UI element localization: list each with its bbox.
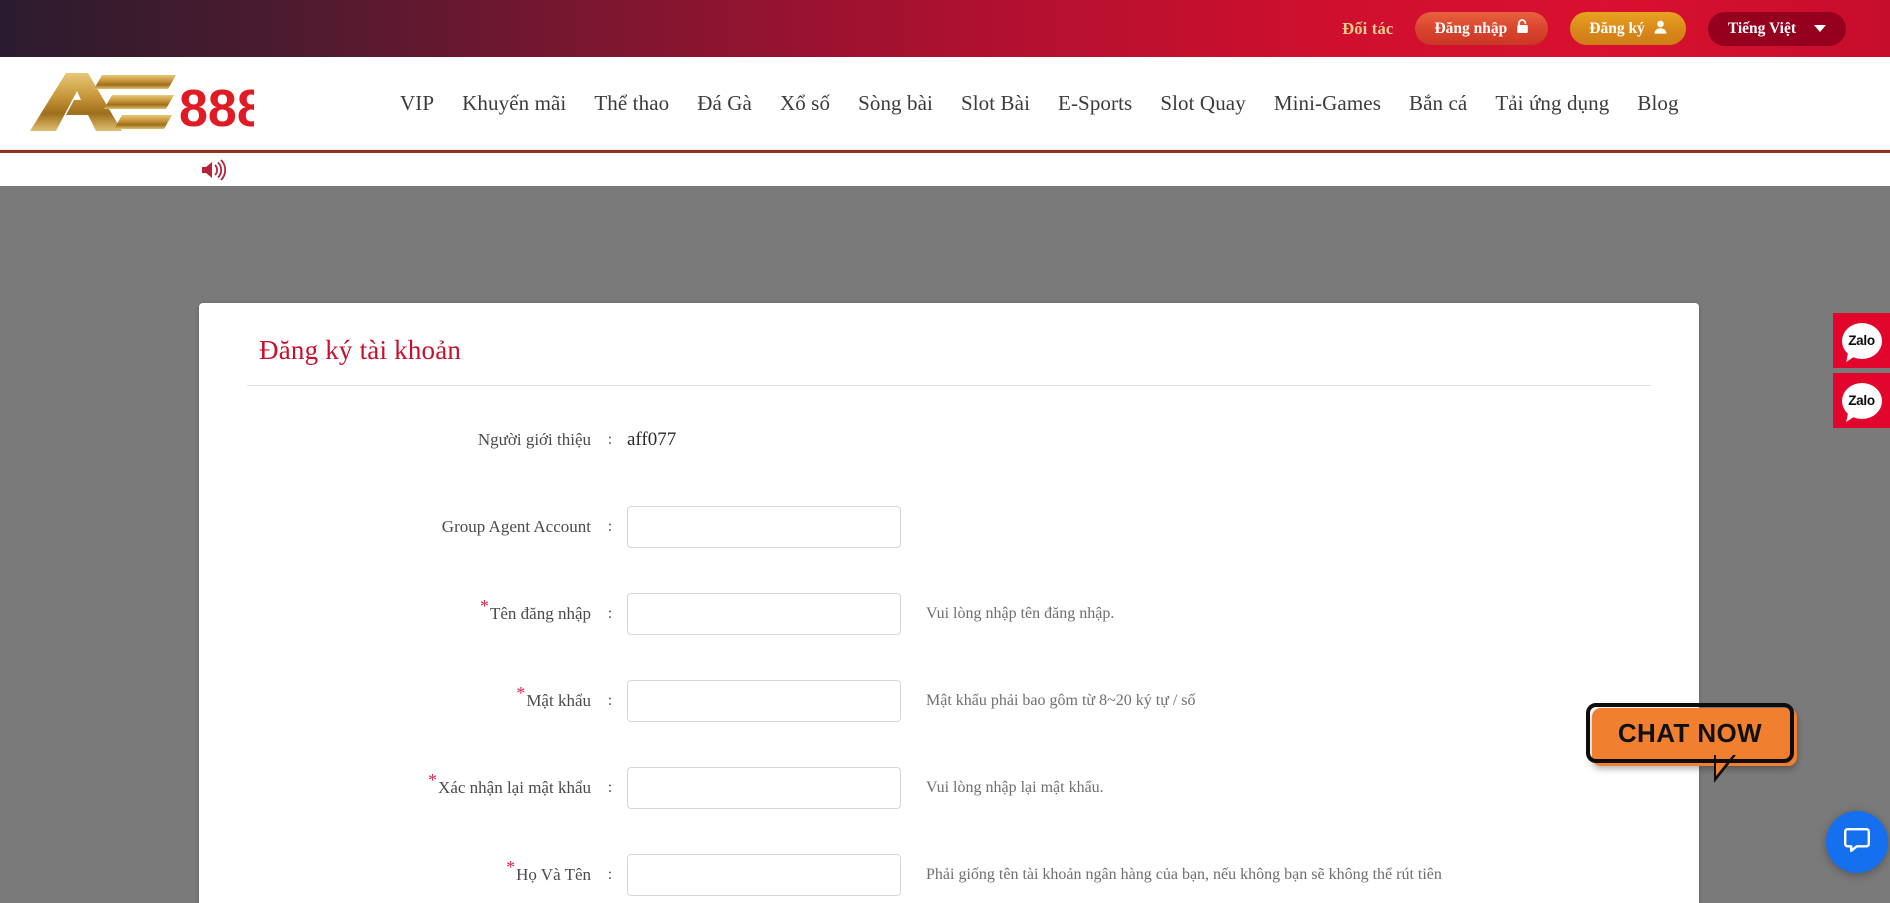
zalo-label-1: Zalo <box>1848 333 1875 348</box>
nav-item-slot-quay[interactable]: Slot Quay <box>1146 91 1260 116</box>
full-name-input[interactable] <box>627 853 901 896</box>
nav-item-khuyen-mai[interactable]: Khuyến mãi <box>448 91 580 116</box>
required-mark-password: * <box>516 683 526 703</box>
value-referrer: aff077 <box>627 428 677 450</box>
nav-item-song-bai[interactable]: Sòng bài <box>844 91 947 116</box>
nav-links: VIP Khuyến mãi Thể thao Đá Gà Xổ số Sòng… <box>254 91 1890 116</box>
zalo-button-1[interactable]: Zalo <box>1833 313 1890 368</box>
nav-item-mini-games[interactable]: Mini-Games <box>1260 91 1395 116</box>
required-mark-confirm-password: * <box>428 770 438 790</box>
label-full-name: *Họ Và Tên <box>199 857 593 885</box>
register-card: Đăng ký tài khoản Người giới thiệu : aff… <box>199 303 1699 903</box>
zalo-icon: Zalo <box>1841 322 1882 359</box>
chat-now-callout[interactable]: CHAT NOW <box>1586 703 1804 783</box>
site-logo[interactable]: 888 <box>26 70 254 137</box>
page-body: Đăng ký tài khoản Người giới thiệu : aff… <box>0 186 1890 903</box>
announcement-bar <box>0 150 1890 186</box>
required-mark-username: * <box>479 596 489 616</box>
colon-referrer: : <box>607 430 613 448</box>
label-referrer: Người giới thiệu <box>477 429 591 449</box>
hint-full-name: Phải giống tên tài khoản ngân hàng của b… <box>926 865 1442 883</box>
top-utility-actions: Đối tác Đăng nhập Đăng ký Tiếng Việt <box>1342 11 1846 46</box>
hint-confirm-password: Vui lòng nhập lại mật khẩu. <box>926 778 1104 796</box>
lock-icon <box>1516 19 1529 38</box>
zalo-contact-stack: Zalo Zalo <box>1833 313 1890 428</box>
username-input[interactable] <box>627 592 901 635</box>
label-confirm-password-text: Xác nhận lại mật khẩu <box>438 778 591 797</box>
form-row-confirm-password: *Xác nhận lại mật khẩu : Vui lòng nhập l… <box>199 744 1699 831</box>
language-selector[interactable]: Tiếng Việt <box>1707 11 1846 46</box>
main-navigation-bar: 888 VIP Khuyến mãi Thể thao Đá Gà Xổ số … <box>0 57 1890 150</box>
partner-link[interactable]: Đối tác <box>1342 19 1393 39</box>
chat-now-label: CHAT NOW <box>1617 717 1763 748</box>
language-selector-label: Tiếng Việt <box>1727 19 1796 37</box>
hint-password: Mật khẩu phải bao gôm từ 8~20 ký tự / số <box>926 691 1196 709</box>
form-row-full-name: *Họ Và Tên : Phải giống tên tài khoản ng… <box>199 831 1699 903</box>
top-utility-bar: Đối tác Đăng nhập Đăng ký Tiếng Việt <box>0 0 1890 57</box>
nav-item-blog[interactable]: Blog <box>1623 91 1692 116</box>
live-chat-button[interactable] <box>1826 811 1888 873</box>
form-row-username: *Tên đăng nhập : Vui lòng nhập tên đăng … <box>199 570 1699 657</box>
zalo-button-2[interactable]: Zalo <box>1833 373 1890 428</box>
password-input[interactable] <box>627 679 901 722</box>
nav-item-vip[interactable]: VIP <box>386 91 448 116</box>
zalo-icon: Zalo <box>1841 382 1882 419</box>
nav-item-e-sports[interactable]: E-Sports <box>1044 91 1146 116</box>
form-row-group-agent-account: Group Agent Account : <box>199 483 1699 570</box>
group-agent-account-input[interactable] <box>627 505 901 548</box>
nav-item-slot-bai[interactable]: Slot Bài <box>947 91 1044 116</box>
login-button[interactable]: Đăng nhập <box>1415 12 1549 45</box>
colon-username: : <box>607 604 613 622</box>
chevron-down-icon <box>1814 25 1826 32</box>
label-group-agent-account: Group Agent Account <box>441 516 591 536</box>
register-button-label: Đăng ký <box>1589 19 1645 37</box>
colon-group-agent-account: : <box>607 517 613 535</box>
page-title: Đăng ký tài khoản <box>259 335 462 365</box>
nav-item-ban-ca[interactable]: Bắn cá <box>1395 91 1481 116</box>
register-button[interactable]: Đăng ký <box>1570 12 1686 45</box>
form-row-referrer: Người giới thiệu : aff077 <box>199 396 1699 483</box>
nav-item-the-thao[interactable]: Thể thao <box>580 91 683 116</box>
label-username: *Tên đăng nhập <box>199 596 593 624</box>
label-full-name-text: Họ Và Tên <box>516 865 591 884</box>
label-password-text: Mật khẩu <box>526 691 591 710</box>
nav-item-da-ga[interactable]: Đá Gà <box>683 91 766 116</box>
hint-username: Vui lòng nhập tên đăng nhập. <box>926 604 1115 622</box>
colon-password: : <box>607 691 613 709</box>
register-form: Người giới thiệu : aff077 Group Agent Ac… <box>199 386 1699 903</box>
login-button-label: Đăng nhập <box>1434 19 1508 37</box>
chat-bubble-icon <box>1842 825 1872 860</box>
form-row-password: *Mật khẩu : Mật khẩu phải bao gôm từ 8~2… <box>199 657 1699 744</box>
user-icon <box>1654 20 1667 38</box>
zalo-label-2: Zalo <box>1848 393 1875 408</box>
svg-text:888: 888 <box>179 80 254 137</box>
confirm-password-input[interactable] <box>627 766 901 809</box>
colon-confirm-password: : <box>607 778 613 796</box>
speaker-icon[interactable] <box>200 158 228 181</box>
label-password: *Mật khẩu <box>199 683 593 711</box>
page-root: Đối tác Đăng nhập Đăng ký Tiếng Việt 888… <box>0 0 1890 903</box>
nav-item-xo-so[interactable]: Xổ số <box>766 91 844 116</box>
nav-item-tai-ung-dung[interactable]: Tải ứng dụng <box>1481 91 1623 116</box>
colon-full-name: : <box>607 865 613 883</box>
label-username-text: Tên đăng nhập <box>489 604 591 623</box>
label-confirm-password: *Xác nhận lại mật khẩu <box>199 770 593 798</box>
required-mark-full-name: * <box>506 857 516 877</box>
